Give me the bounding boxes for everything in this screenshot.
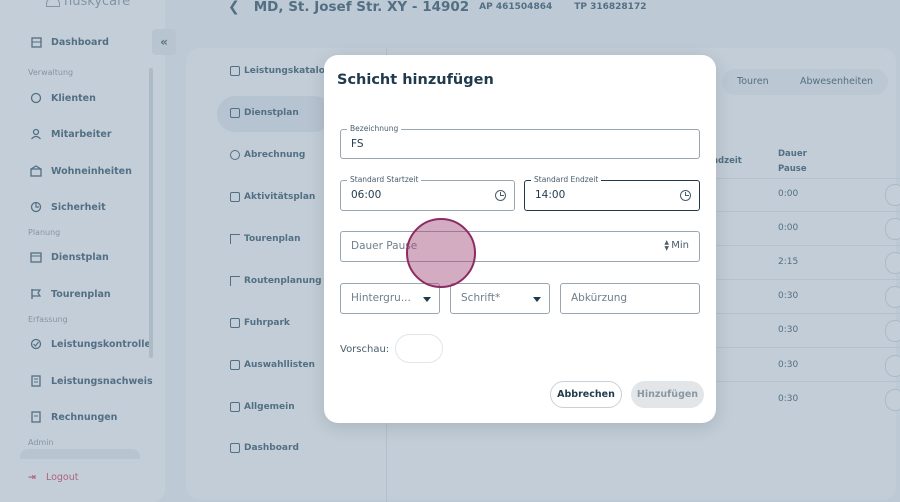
clock-icon[interactable] [495,190,506,201]
add-button[interactable]: Hinzufügen [631,381,704,408]
add-shift-dialog: Schicht hinzufügen Bezeichnung FS Standa… [324,55,716,423]
field-placeholder: Abkürzung [571,292,628,304]
field-label: Standard Startzeit [347,175,422,184]
field-label: Bezeichnung [347,124,402,133]
end-time-field[interactable]: Standard Endzeit 14:00 [524,175,700,211]
chevron-down-icon [423,297,431,302]
field-placeholder: Schrift* [461,292,501,304]
field-value: FS [351,138,364,150]
pause-duration-field[interactable]: Dauer Pause ▲ ▼ Min [340,231,700,262]
field-value: 06:00 [351,189,382,201]
font-color-select[interactable]: Schrift* [450,283,550,314]
start-time-field[interactable]: Standard Startzeit 06:00 [340,175,515,211]
field-label: Standard Endzeit [531,175,602,184]
field-value: 14:00 [535,189,566,201]
cancel-button[interactable]: Abbrechen [550,381,622,408]
field-placeholder: Hintergru... [351,292,411,304]
spinner-icon[interactable]: ▲ ▼ [664,240,669,252]
click-indicator [406,218,476,288]
clock-icon[interactable] [680,190,691,201]
dialog-title: Schicht hinzufügen [337,72,494,88]
bezeichnung-field[interactable]: Bezeichnung FS [340,124,700,159]
preview-chip [395,334,443,363]
abbreviation-field[interactable]: Abkürzung [560,283,700,314]
unit-label: Min [671,240,689,251]
background-color-select[interactable]: Hintergru... [340,283,440,314]
chevron-down-icon [533,297,541,302]
preview-label: Vorschau: [340,344,390,355]
